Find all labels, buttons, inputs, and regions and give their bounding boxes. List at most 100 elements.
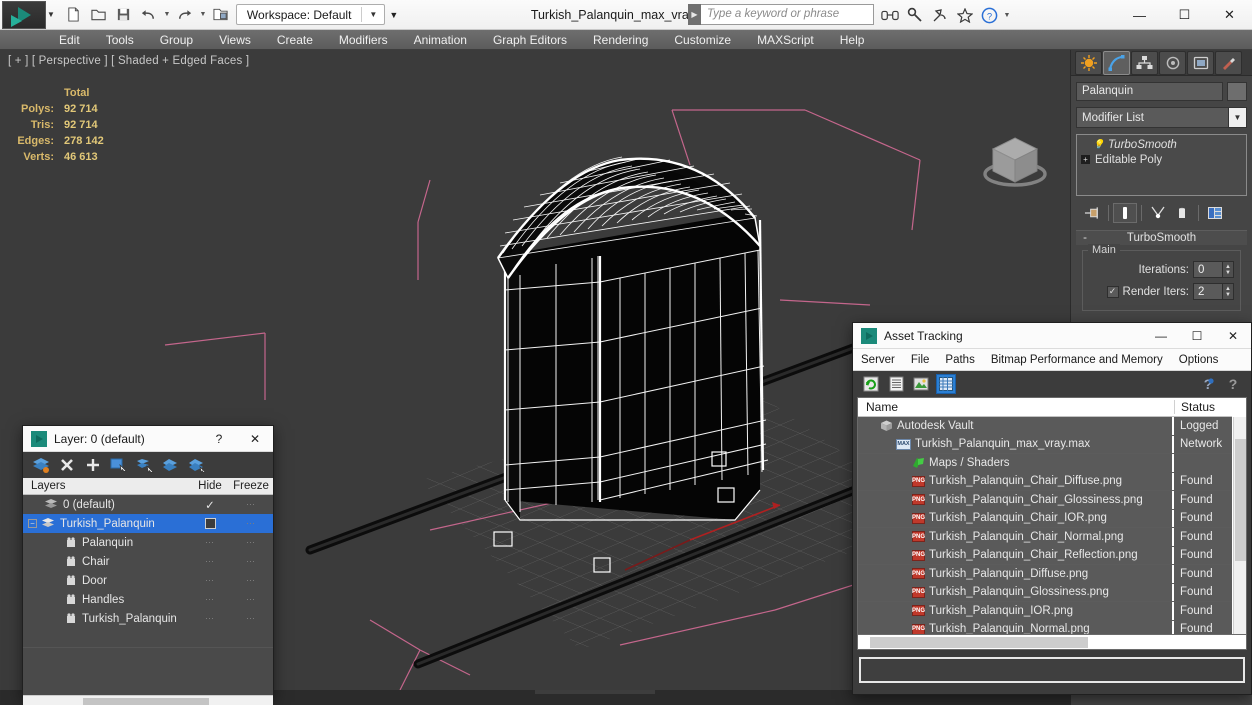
asset-row-chair-reflection[interactable]: PNG Turkish_Palanquin_Chair_Reflection.p… [858,545,1246,565]
new-file-button[interactable] [63,4,85,26]
layer-hide-dots[interactable]: ⋯ [205,556,215,567]
collapse-icon[interactable]: - [1076,232,1094,244]
turbosmooth-rollout-header[interactable]: - TurboSmooth [1076,230,1247,245]
scrollbar-thumb[interactable] [870,637,1088,648]
layer-row-palanquin[interactable]: Palanquin ⋯ ⋯ [23,533,273,552]
asset-horizontal-scrollbar[interactable] [857,635,1247,650]
menu-item-customize[interactable]: Customize [661,30,744,50]
asset-tracking-dialog[interactable]: Asset Tracking — ☐ ✕ Server File Paths B… [852,322,1252,695]
show-end-result-icon[interactable] [1113,203,1137,223]
expand-icon[interactable]: − [28,519,37,528]
scrollbar-thumb[interactable] [1235,439,1246,561]
search-box[interactable]: ▶ Type a keyword or phrase [688,4,874,25]
redo-dropdown-icon[interactable]: ▼ [199,11,207,18]
viewcube-widget[interactable] [975,122,1055,202]
new-layer-icon[interactable] [29,454,53,476]
render-iters-spinner[interactable]: ▲▼ [1193,283,1234,300]
layer-row-door[interactable]: Door ⋯ ⋯ [23,571,273,590]
layer-freeze-dots[interactable]: ⋯ [246,613,256,624]
asset-path-field[interactable] [859,657,1245,683]
menu-item-create[interactable]: Create [264,30,326,50]
modifier-stack-item-turbosmooth[interactable]: 💡 TurboSmooth [1077,137,1246,152]
configure-modifier-sets-icon[interactable] [1203,203,1227,223]
asset-vertical-scrollbar[interactable] [1233,417,1246,634]
hierarchy-tab[interactable] [1131,50,1158,75]
workspace-expand-icon[interactable]: ▼ [389,10,398,20]
grid-view-icon[interactable] [936,374,956,394]
asset-row-chair-diffuse[interactable]: PNG Turkish_Palanquin_Chair_Diffuse.png … [858,471,1246,491]
minimize-button[interactable]: — [1117,0,1162,30]
modifier-stack[interactable]: 💡 TurboSmooth + Editable Poly [1076,134,1247,196]
layer-dialog-close-button[interactable]: ✕ [237,426,273,452]
layer-hide-dots[interactable]: ⋯ [205,613,215,624]
menu-item-views[interactable]: Views [206,30,264,50]
modifier-list-dropdown[interactable]: Modifier List ▼ [1076,107,1247,128]
make-unique-icon[interactable] [1146,203,1170,223]
layer-row-default[interactable]: 0 (default) ✓ ⋯ [23,495,273,514]
chevron-down-icon[interactable]: ▼ [1228,108,1246,127]
menu-item-graph-editors[interactable]: Graph Editors [480,30,580,50]
delete-layer-icon[interactable] [55,454,79,476]
layer-horizontal-scrollbar[interactable] [23,695,273,705]
utilities-tab[interactable] [1215,50,1242,75]
viewport-label[interactable]: [ + ] [ Perspective ] [ Shaded + Edged F… [8,55,249,67]
layer-current-check[interactable]: ✓ [191,498,229,512]
undo-dropdown-icon[interactable]: ▼ [163,11,171,18]
layer-row-chair[interactable]: Chair ⋯ ⋯ [23,552,273,571]
asset-tracking-minimize-button[interactable]: — [1143,323,1179,349]
layer-dialog-help-button[interactable]: ? [201,426,237,452]
layer-col-freeze[interactable]: Freeze [229,480,273,492]
close-button[interactable]: ✕ [1207,0,1252,30]
menu-item-help[interactable]: Help [827,30,878,50]
display-tab[interactable] [1187,50,1214,75]
layer-list[interactable]: 0 (default) ✓ ⋯ − Turkish_Palanquin ⋯ Pa… [23,495,273,647]
layer-hide-dots[interactable]: ⋯ [205,594,215,605]
modify-tab[interactable] [1103,50,1130,75]
asset-row-chair-glossiness[interactable]: PNG Turkish_Palanquin_Chair_Glossiness.p… [858,490,1246,510]
expand-icon[interactable]: + [1081,155,1090,164]
asset-row-maps-shaders[interactable]: Maps / Shaders [858,453,1246,473]
open-file-button[interactable] [88,4,110,26]
binoculars-icon[interactable] [878,4,901,26]
spinner-arrows-icon[interactable]: ▲ ▼ [1222,284,1233,299]
asset-col-status[interactable]: Status [1174,400,1232,414]
menu-item-edit[interactable]: Edit [46,30,93,50]
modifier-stack-item-editable-poly[interactable]: + Editable Poly [1077,152,1246,167]
motion-tab[interactable] [1159,50,1186,75]
menu-item-modifiers[interactable]: Modifiers [326,30,401,50]
3dsmax-logo-icon[interactable] [2,0,46,29]
layer-freeze-dots[interactable]: ⋯ [246,594,256,605]
iterations-input[interactable] [1194,262,1222,277]
asset-tracking-maximize-button[interactable]: ☐ [1179,323,1215,349]
wrench-icon[interactable] [903,4,926,26]
search-dropdown-icon[interactable]: ▶ [688,4,701,25]
asset-row-chair-normal[interactable]: PNG Turkish_Palanquin_Chair_Normal.png F… [858,527,1246,547]
menu-item-group[interactable]: Group [147,30,206,50]
asset-row-chair-ior[interactable]: PNG Turkish_Palanquin_Chair_IOR.png Foun… [858,508,1246,528]
layer-col-name[interactable]: Layers [23,480,191,492]
at-menu-server[interactable]: Server [853,349,903,371]
render-iters-checkbox[interactable]: ✓ [1106,285,1119,298]
refresh-icon[interactable] [861,374,881,394]
workspace-dropdown-icon[interactable]: ▼ [366,10,380,19]
add-selection-to-layer-icon[interactable] [159,454,183,476]
add-layer-icon[interactable] [81,454,105,476]
select-objects-in-layer-icon[interactable] [107,454,131,476]
menu-item-maxscript[interactable]: MAXScript [744,30,827,50]
asset-row-max-file[interactable]: MAX Turkish_Palanquin_max_vray.max Netwo… [858,434,1246,454]
asset-row-autodesk-vault[interactable]: Autodesk Vault Logged [858,416,1246,436]
asset-tracking-close-button[interactable]: ✕ [1215,323,1251,349]
set-current-layer-icon[interactable] [185,454,209,476]
layer-hide-dots[interactable]: ⋯ [205,537,215,548]
layer-freeze-dots[interactable]: ⋯ [246,575,256,586]
bitmap-thumbnail-icon[interactable] [911,374,931,394]
layer-freeze-dots[interactable]: ⋯ [246,518,256,529]
scrollbar-thumb[interactable] [83,698,209,705]
satellite-icon[interactable] [928,4,951,26]
workspace-selector[interactable]: Workspace: Default ▼ [235,4,386,25]
at-menu-bitmap-performance[interactable]: Bitmap Performance and Memory [983,349,1171,371]
asset-row-diffuse[interactable]: PNG Turkish_Palanquin_Diffuse.png Found [858,564,1246,584]
help-icon[interactable]: ? [978,4,1001,26]
at-menu-options[interactable]: Options [1171,349,1227,371]
menu-item-animation[interactable]: Animation [401,30,480,50]
